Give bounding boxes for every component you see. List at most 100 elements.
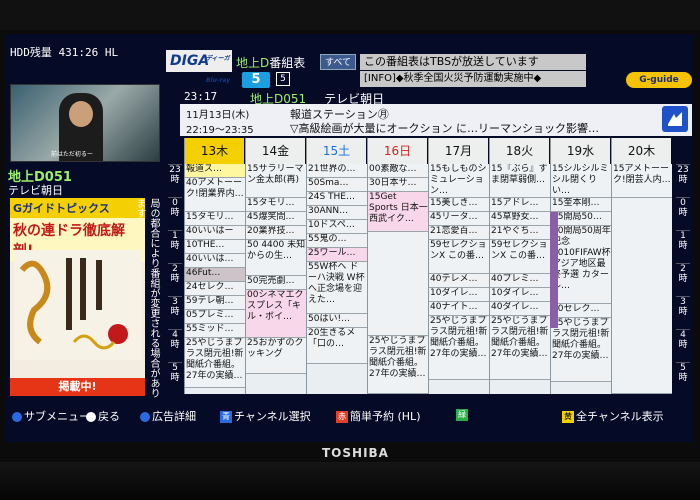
time-column-right: 23時 0時 1時 2時 3時 4時 5時 [676,164,690,394]
program-cell[interactable]: 25やじうまプラス閉元祖!新聞紙介番組。27年の実績… [490,316,550,380]
hour-label: 1時 [676,230,690,263]
program-cell[interactable]: 15もしものシミュレーション… [429,164,489,198]
program-cell[interactable]: 10ダイレ… [429,288,489,302]
program-cell[interactable]: 15『ぶら』すま閉草弱側… [490,164,550,198]
g-guide-ad[interactable]: Gガイドトピックス 秋の連ドラ徹底解剖! 掲載中! [10,198,145,396]
program-cell[interactable]: 59セレクションX この番… [429,240,489,274]
channel-select-label: チャンネル選択 [234,410,311,423]
program-cell[interactable]: 50 4400 未知からの生… [246,240,306,276]
program-cell[interactable]: 15美しき… [429,198,489,212]
program-cell[interactable]: 55鬼の… [307,234,367,248]
program-cell[interactable]: 00素敵な… [368,164,428,178]
ad-detail-item[interactable]: 広告詳細 [140,408,196,424]
title-prefix: 地上D [236,56,270,70]
program-cell[interactable]: 50完売劇… [246,276,306,290]
submenu-item[interactable]: サブメニュー [12,408,90,424]
program-cell[interactable]: 10開局50周年記念2010FIFAW杯アジア地区最終予選 カタール… [551,226,611,304]
program-cell[interactable]: 50Sma… [307,178,367,192]
program-cell[interactable] [612,198,672,394]
program-cell[interactable]: 40いいはー [185,226,245,240]
day-tab-7[interactable]: 20木 [611,138,671,164]
program-cell[interactable]: 15タモリ… [246,198,306,212]
program-cell[interactable] [368,232,428,336]
live-preview[interactable]: 前はただ初るー [10,84,160,162]
detail-info-icon[interactable] [662,106,688,132]
program-cell[interactable]: 24セレク… [185,282,245,296]
program-cell[interactable]: 20業界技… [246,226,306,240]
program-cell[interactable]: 25やじうまプラス閉元祖!新聞紙介番組。27年の実績… [429,316,489,380]
program-cell[interactable]: 25ワール… [307,248,367,262]
program-cell[interactable]: 40アメトーーク!閉業界内… [185,178,245,212]
program-cell[interactable]: 15Get Sports 日本一西武イク… [368,192,428,232]
program-cell[interactable]: 00シネマエクスプレス「キル・ボイ… [246,290,306,338]
easy-reserve-item[interactable]: 赤簡単予約 (HL) [336,408,420,424]
program-cell[interactable]: 15奎本剛… [551,198,611,212]
time-column-left: 23時 0時 1時 2時 3時 4時 5時 [168,164,182,394]
program-cell[interactable]: 45リータ… [429,212,489,226]
program-cell[interactable]: 40いいは… [185,254,245,268]
info-line-2: [INFO]◆秋季全国火災予防運動実施中◆ [360,71,586,87]
program-cell[interactable]: 45開局50… [551,212,611,226]
page-title: 地上D番組表 [236,54,305,71]
program-cell[interactable]: 10ダイレ… [490,288,550,302]
schedule-change-notice: 局の都合により番組が変更される場合があります [134,198,159,398]
program-cell[interactable]: 40テレメ… [429,274,489,288]
program-cell[interactable]: 40ダイレ… [490,302,550,316]
program-cell[interactable]: 25やじうまプラス閉元祖!新聞紙介番組。27年の実績… [368,336,428,394]
program-cell[interactable]: 40プレミ… [490,274,550,288]
hour-label: 23時 [168,164,182,197]
program-cell[interactable]: 25おかずのクッキング [246,338,306,374]
recording-mark [550,212,558,328]
program-cell[interactable]: 59セレクションX この番… [490,240,550,274]
program-cell[interactable]: 40ナイト… [429,302,489,316]
program-cell[interactable]: 21やぐち… [490,226,550,240]
program-cell[interactable]: 15サラリーマン金太郎(再) [246,164,306,198]
green-key-item[interactable]: 緑 [456,408,470,421]
program-cell[interactable]: 59テレ朝… [185,296,245,310]
program-cell[interactable]: 30ANN… [307,206,367,220]
program-cell[interactable]: 25やじうまプラス閉元祖!新聞紙介番組。27年の実績… [185,338,245,388]
program-cell[interactable]: 25やじうまプラス閉元祖!新聞紙介番組。27年の実績… [551,318,611,382]
program-cell[interactable]: 15シルシルミシル閉くりい… [551,164,611,198]
program-cell[interactable]: 05プレミ… [185,310,245,324]
program-cell[interactable]: 45草野女… [490,212,550,226]
channel-column: 15シルシルミシル閉くりい… 15奎本剛… 45開局50… 10開局50周年記念201… [550,164,611,394]
program-cell[interactable]: 55W杯ヘ ドーハ決戦 W杯へ正念場を迎えた… [307,262,367,314]
tv-bezel-bottom [0,462,700,500]
day-tab-1[interactable]: 14金 [245,138,305,164]
day-tab-3[interactable]: 16日 [367,138,427,164]
program-cell[interactable]: 15タモリ… [185,212,245,226]
program-cell[interactable]: 40セレク… [551,304,611,318]
all-button[interactable]: すべて [320,54,356,70]
program-cell[interactable]: 15アメトーーク!閉芸人内… [612,164,672,198]
program-cell[interactable]: 20生きるメ 「口の… [307,328,367,364]
day-tab-6[interactable]: 19水 [550,138,610,164]
hour-label: 3時 [168,296,182,329]
program-cell[interactable]: 10ドスペ… [307,220,367,234]
day-tab-0[interactable]: 13木 [184,138,244,164]
program-grid: 報道ス… 40アメトーーク!閉業界内… 15タモリ… 40いいはー 10THE… 40いい… [184,164,672,394]
program-cell[interactable]: 21世界の… [307,164,367,178]
back-item[interactable]: 戻る [86,408,120,424]
info-line-1: この番組表はTBSが放送しています [360,54,586,70]
channel-select-item[interactable]: 青チャンネル選択 [220,408,311,424]
program-cell[interactable]: 46Fut… [185,268,245,282]
day-tab-4[interactable]: 17月 [428,138,488,164]
program-cell[interactable]: 50はい!… [307,314,367,328]
hour-label: 5時 [676,362,690,394]
day-tab-2[interactable]: 15土 [306,138,366,164]
program-cell[interactable]: 45爆笑問… [246,212,306,226]
program-cell[interactable]: 10THE… [185,240,245,254]
program-cell[interactable]: 55ミッド… [185,324,245,338]
program-detail: 11月13日(木) 報道ステーション㊊ 22:19～23:35 ▽高級絵画が大量… [180,104,692,136]
ad-header: Gガイドトピックス [10,198,145,218]
all-channel-item[interactable]: 黄全チャンネル表示 [562,408,664,424]
day-tab-5[interactable]: 18火 [489,138,549,164]
program-cell[interactable]: 報道ス… [185,164,245,178]
hour-label: 5時 [168,362,182,394]
channel-column: 15『ぶら』すま閉草弱側… 15アドレ… 45草野女… 21やぐち… 59セレクションX… [489,164,550,394]
program-cell[interactable]: 30日本サ… [368,178,428,192]
program-cell[interactable]: 21恋愛百… [429,226,489,240]
program-cell[interactable]: 15アドレ… [490,198,550,212]
program-cell[interactable]: 24S THE… [307,192,367,206]
